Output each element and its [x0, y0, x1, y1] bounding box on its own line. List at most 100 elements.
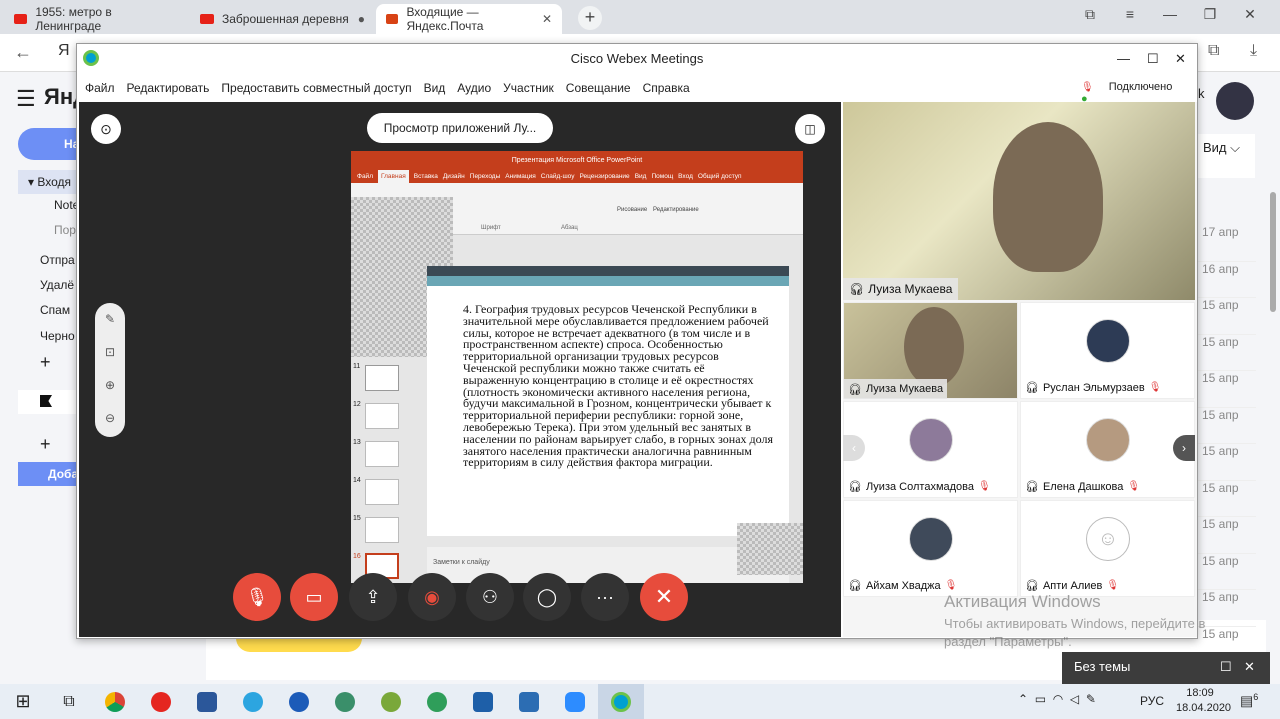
app-icon[interactable] [368, 684, 414, 719]
menu-share[interactable]: Предоставить совместный доступ [221, 81, 411, 95]
folder-item[interactable]: Пор [54, 223, 76, 237]
mute-button[interactable]: 🎙︎ [233, 573, 281, 621]
back-icon[interactable]: ← [14, 42, 32, 63]
video-button[interactable]: ▭ [290, 573, 338, 621]
slide-body-text[interactable]: 4. География трудовых ресурсов Чеченской… [463, 303, 773, 469]
slide-thumbnail[interactable] [365, 441, 399, 467]
zoom-in-icon[interactable]: ⊕ [95, 369, 125, 402]
webex-taskbar-icon[interactable] [598, 684, 644, 719]
next-page-icon[interactable]: › [1173, 435, 1195, 461]
window-app-icon[interactable] [460, 684, 506, 719]
minimize-icon[interactable]: — [1150, 6, 1190, 22]
add-label-icon[interactable]: + [40, 434, 51, 455]
ribbon-tab[interactable]: Переходы [470, 170, 501, 183]
slide-thumbnail[interactable] [365, 479, 399, 505]
ribbon-editing[interactable]: Редактирование [653, 207, 699, 213]
ribbon-tab-active[interactable]: Главная [377, 170, 409, 183]
expand-icon[interactable]: ☐ [1220, 652, 1232, 682]
notification-icon[interactable]: ▤6 [1240, 692, 1258, 710]
leave-button[interactable]: ✕ [640, 573, 688, 621]
avatar[interactable] [1216, 82, 1254, 120]
slide-thumbnail[interactable] [365, 517, 399, 543]
participant-tile[interactable]: 🎧︎ Айхам Хваджа 🎙︎ [843, 500, 1018, 597]
participant-tile[interactable]: 🎧︎ Руслан Эльмурзаев 🎙︎ [1020, 302, 1195, 399]
chat-button[interactable]: ◯ [523, 573, 571, 621]
new-tab-button[interactable]: + [578, 6, 602, 30]
folder-item[interactable]: Черно [40, 329, 75, 343]
maximize-icon[interactable]: ☐ [1147, 44, 1159, 74]
participants-button[interactable]: ⚇ [466, 573, 514, 621]
menu-meeting[interactable]: Совещание [566, 81, 631, 95]
battery-icon[interactable]: ▭ [1035, 692, 1046, 706]
task-view-icon[interactable]: ⧉ [46, 684, 92, 719]
share-title-pill[interactable]: Просмотр приложений Лу... [367, 113, 553, 143]
telegram-icon[interactable] [230, 684, 276, 719]
scrollbar[interactable] [1270, 192, 1276, 312]
folder-item[interactable]: Спам [40, 303, 70, 317]
menu-audio[interactable]: Аудио [457, 81, 491, 95]
menu-view[interactable]: Вид [424, 81, 446, 95]
minimize-icon[interactable]: — [1117, 44, 1130, 74]
record-button[interactable]: ◉ [408, 573, 456, 621]
language-indicator[interactable]: РУС [1140, 694, 1164, 708]
close-icon[interactable]: ✕ [1244, 652, 1255, 682]
ribbon-tab[interactable]: Общий доступ [698, 170, 742, 183]
ribbon-tab[interactable]: Анимация [505, 170, 536, 183]
download-icon[interactable]: ⤓ [1250, 42, 1257, 60]
yandex-browser-icon[interactable] [138, 684, 184, 719]
info-icon[interactable]: ⊙ [91, 114, 121, 144]
folder-item[interactable]: Отпра [40, 253, 75, 267]
slide-thumbnail[interactable] [365, 365, 399, 391]
restore-icon[interactable]: ❐ [1190, 6, 1230, 23]
ribbon-drawing[interactable]: Рисование [617, 207, 647, 213]
globe-icon[interactable] [276, 684, 322, 719]
zoom-out-icon[interactable]: ⊖ [95, 402, 125, 435]
folder-item[interactable]: Удалё [40, 278, 74, 292]
collections-icon[interactable]: ⧉ [1208, 42, 1219, 60]
share-button[interactable]: ⇪ [349, 573, 397, 621]
ribbon-tab[interactable]: Вид [635, 170, 647, 183]
ribbon-tab[interactable]: Файл [357, 170, 373, 183]
zoom-icon[interactable] [552, 684, 598, 719]
layout-icon[interactable]: ◫ [795, 114, 825, 144]
clock[interactable]: 18:09 18.04.2020 [1176, 686, 1231, 716]
compose-popup[interactable]: Без темы ☐ ✕ [1062, 652, 1270, 684]
close-icon[interactable]: ● [358, 12, 365, 26]
browser-tab-1[interactable]: 1955: метро в Ленинграде [4, 4, 184, 34]
browser-tab-3[interactable]: Входящие — Яндекс.Почта ✕ [376, 4, 562, 34]
menu-help[interactable]: Справка [643, 81, 690, 95]
participant-tile[interactable]: 🎧︎ Луиза Солтахмадова 🎙︎ [843, 401, 1018, 498]
chevron-up-icon[interactable]: ⌃ [1018, 692, 1028, 706]
pen-icon[interactable]: ✎ [1086, 692, 1096, 706]
ribbon-tab[interactable]: Дизайн [443, 170, 465, 183]
more-button[interactable]: ··· [581, 573, 629, 621]
participant-tile[interactable]: 🎧︎ Луиза Мукаева [843, 302, 1018, 399]
volume-icon[interactable]: ◁ [1070, 692, 1079, 706]
tab-search-icon[interactable]: ⧉ [1070, 6, 1110, 23]
remote-control-icon[interactable]: ⊡ [95, 336, 125, 369]
chrome-icon[interactable] [92, 684, 138, 719]
ribbon-tab[interactable]: Помощ [651, 170, 673, 183]
view-dropdown[interactable]: Вид ⌵ [1197, 134, 1255, 178]
word-icon[interactable] [184, 684, 230, 719]
close-icon[interactable]: ✕ [1230, 6, 1270, 23]
menu-edit[interactable]: Редактировать [127, 81, 210, 95]
slide-thumbnail[interactable] [365, 403, 399, 429]
close-icon[interactable]: ✕ [542, 12, 552, 26]
ribbon-tab[interactable]: Рецензирование [579, 170, 629, 183]
add-folder-icon[interactable]: + [40, 352, 51, 373]
close-icon[interactable]: ✕ [1175, 44, 1186, 74]
search-app-icon[interactable] [322, 684, 368, 719]
hamburger-icon[interactable]: ☰ [16, 86, 36, 112]
participant-tile[interactable]: 🎧︎ Елена Дашкова 🎙︎ [1020, 401, 1195, 498]
screen-app-icon[interactable] [506, 684, 552, 719]
menu-file[interactable]: Файл [85, 81, 115, 95]
maps-icon[interactable] [414, 684, 460, 719]
ribbon-tab[interactable]: Слайд-шоу [541, 170, 575, 183]
ribbon-tab[interactable]: Вставка [414, 170, 438, 183]
menu-participant[interactable]: Участник [503, 81, 554, 95]
menu-icon[interactable]: ≡ [1110, 6, 1150, 22]
wifi-icon[interactable]: ◠ [1053, 692, 1063, 706]
participant-tile[interactable]: ☺ 🎧︎ Апти Алиев 🎙︎ [1020, 500, 1195, 597]
ribbon-tab[interactable]: Вход [678, 170, 693, 183]
